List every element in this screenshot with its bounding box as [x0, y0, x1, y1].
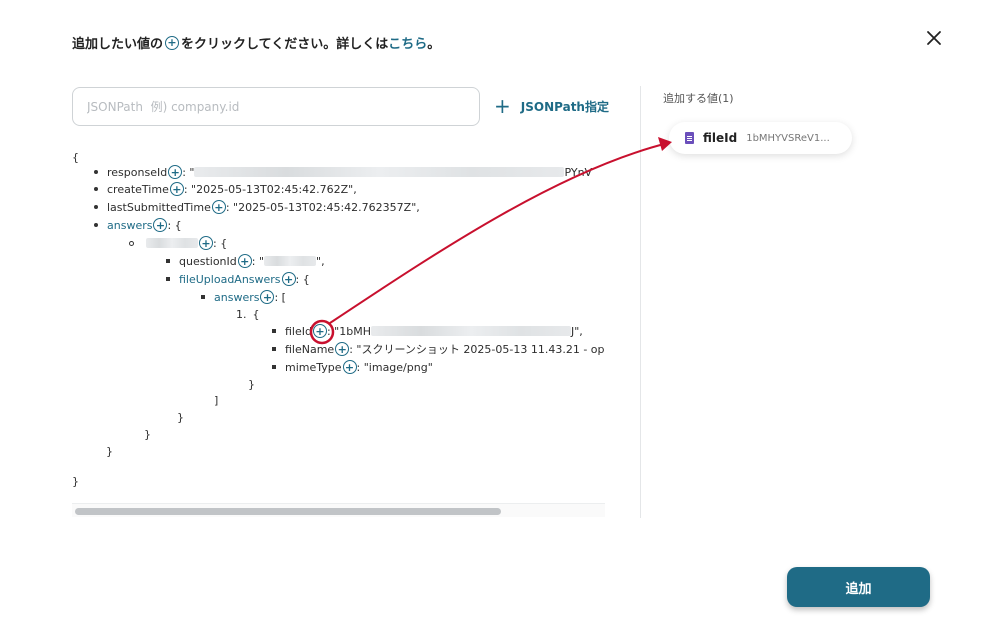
plus-circle-icon[interactable]: + — [168, 165, 183, 179]
bullet — [272, 347, 276, 351]
title-text-end: 。 — [427, 37, 441, 52]
list-number: 1. — [236, 307, 247, 321]
key-mimetype: mimeType — [285, 360, 342, 374]
jsonpath-specify-button[interactable]: + JSONPath指定 — [494, 95, 609, 117]
plus-circle-icon[interactable]: + — [211, 200, 226, 214]
tree-row-filename: fileName + : "スクリーンショット 2025-05-13 11.43… — [272, 340, 605, 358]
add-button[interactable]: 追加 — [787, 567, 930, 607]
close-icon — [927, 31, 941, 45]
key-questionid: questionId — [179, 254, 237, 268]
bullet — [129, 240, 134, 246]
tree-close-brace: } — [144, 427, 151, 441]
plus-circle-icon[interactable]: + — [335, 342, 350, 356]
value-fileuploadanswers: : { — [295, 272, 310, 286]
tree-close-brace: } — [177, 410, 184, 424]
value-answer-item: : { — [213, 236, 228, 250]
redacted-key — [146, 238, 198, 248]
tree-row-mimetype: mimeType + : "image/png" — [272, 358, 433, 376]
value-prefix: : " — [182, 165, 195, 179]
plus-circle-icon[interactable]: + — [153, 218, 168, 232]
bullet — [166, 277, 170, 281]
key-lastsubmittedtime: lastSubmittedTime — [107, 200, 211, 214]
plus-circle-icon[interactable]: + — [281, 272, 296, 286]
value-createtime: : "2025-05-13T02:45:42.762Z", — [183, 182, 357, 196]
key-responseid: responseId — [107, 165, 168, 179]
plus-circle-icon[interactable]: + — [237, 254, 252, 268]
close-button[interactable] — [922, 26, 946, 50]
value-tail: PYnV — [564, 165, 593, 179]
jsonpath-search-input[interactable] — [72, 87, 480, 126]
tree-row-lastsubmittedtime: lastSubmittedTime + : "2025-05-13T02:45:… — [94, 198, 420, 216]
jsonpath-specify-label: JSONPath指定 — [520, 99, 609, 114]
bullet — [94, 223, 98, 227]
panel-divider — [640, 86, 641, 518]
tree-open-brace: { — [72, 150, 79, 164]
chip-field-value: 1bMHYVSReV1... — [746, 132, 830, 144]
tree-close-brace: } — [248, 377, 255, 391]
title-text-after: をクリックしてください。詳しくは — [181, 37, 389, 52]
value-prefix: : " — [251, 254, 265, 268]
bullet — [272, 329, 276, 333]
bullet — [94, 170, 98, 174]
scrollbar-thumb[interactable] — [75, 508, 501, 515]
tree-row-list-item: 1. { — [236, 305, 260, 323]
key-createtime: createTime — [107, 182, 169, 196]
tree-row-fileid: fileId + : "1bMH J", — [272, 322, 583, 340]
added-value-chip[interactable]: fileId 1bMHYVSReV1... — [669, 122, 852, 154]
plus-icon: + — [494, 94, 511, 118]
tree-row-questionid: questionId + : " ", — [166, 252, 325, 270]
help-link[interactable]: こちら — [388, 33, 427, 52]
tree-row-fileuploadanswers: fileUploadAnswers + : { — [166, 270, 310, 288]
tree-row-inner-answers: answers + : [ — [201, 288, 286, 306]
redacted-value — [264, 256, 317, 266]
tree-close-bracket: ] — [214, 393, 219, 407]
bullet — [201, 295, 205, 299]
value-mimetype: : "image/png" — [356, 360, 433, 374]
value-answers: : { — [167, 218, 182, 232]
key-answers[interactable]: answers — [107, 219, 152, 232]
document-icon — [685, 132, 694, 144]
tree-row-answers: answers + : { — [94, 216, 182, 234]
plus-circle-icon: + — [165, 35, 180, 50]
value-prefix: : "1bMH — [326, 324, 371, 338]
key-filename: fileName — [285, 342, 335, 356]
key-fileuploadanswers[interactable]: fileUploadAnswers — [179, 273, 281, 286]
bullet — [94, 205, 98, 209]
key-inner-answers[interactable]: answers — [214, 291, 259, 304]
value-suffix: ", — [316, 254, 325, 268]
key-fileid: fileId — [285, 324, 312, 338]
chip-field-name: fileId — [703, 131, 738, 145]
horizontal-scrollbar[interactable] — [72, 503, 605, 517]
json-tree: { responseId + : " PYnV createTime + : "… — [72, 146, 605, 498]
tree-close-brace: } — [106, 444, 113, 458]
bullet — [94, 187, 98, 191]
tree-close-brace-root: } — [72, 474, 79, 488]
value-inner-answers: : [ — [274, 290, 286, 304]
value-lastsubmittedtime: : "2025-05-13T02:45:42.762357Z", — [225, 200, 420, 214]
list-item-brace: { — [252, 307, 260, 321]
added-values-label: 追加する値(1) — [663, 92, 734, 105]
redacted-value — [194, 167, 565, 177]
plus-circle-icon[interactable]: + — [199, 236, 213, 250]
title-text-before: 追加したい値の — [72, 37, 164, 52]
plus-circle-icon[interactable]: + — [169, 182, 184, 196]
tree-row-createtime: createTime + : "2025-05-13T02:45:42.762Z… — [94, 180, 357, 198]
tree-row-responseid: responseId + : " PYnV — [94, 163, 592, 181]
redacted-value — [371, 326, 571, 336]
plus-circle-icon[interactable]: + — [342, 360, 357, 374]
fileid-plus-circle-icon[interactable]: + — [312, 324, 327, 338]
value-suffix: J", — [571, 324, 583, 338]
tree-row-answer-item: + : { — [129, 234, 227, 252]
page-title: 追加したい値の + をクリックしてください。詳しくは こちら 。 — [72, 33, 440, 52]
bullet — [272, 365, 276, 369]
value-filename: : "スクリーンショット 2025-05-13 11.43.21 - opera — [349, 343, 605, 356]
bullet — [166, 259, 170, 263]
plus-circle-icon[interactable]: + — [260, 290, 275, 304]
